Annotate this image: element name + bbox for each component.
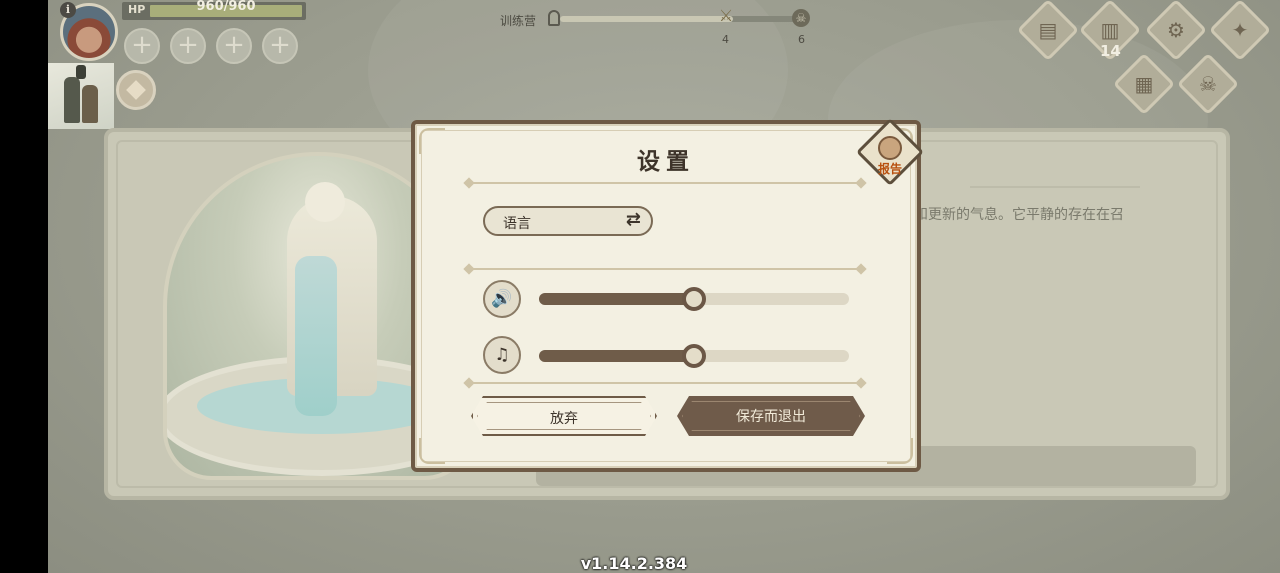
discard-button[interactable]: 放弃 (471, 396, 657, 436)
music-note-icon: ♫ (483, 336, 521, 374)
map-icon: ▦ (1134, 72, 1154, 96)
progress-fill (560, 16, 733, 22)
speaker-icon: 🔊 (483, 280, 521, 318)
corner-ornament (887, 438, 913, 464)
progress-label: 训练营 (500, 14, 537, 28)
music-volume-handle[interactable] (682, 344, 706, 368)
game-scene: i HP 960/960 + + + + 训练营 ⚔ ☠ 4 6 ▤ ▥ 14 … (48, 0, 1280, 573)
gear-icon: ⚙ (1167, 18, 1185, 42)
character-figure (64, 77, 80, 123)
crossed-swords-icon: ⚔ (718, 6, 734, 25)
lock-icon (548, 10, 560, 26)
sound-volume-handle[interactable] (682, 287, 706, 311)
language-label: 语言 (503, 216, 531, 232)
sound-volume-slider[interactable] (539, 287, 849, 311)
divider (469, 382, 861, 384)
compass-icon: ✦ (1231, 18, 1249, 42)
save-and-exit-button[interactable]: 保存而退出 (677, 396, 865, 436)
add-slot-button[interactable]: + (124, 28, 160, 64)
divider (469, 182, 861, 184)
character-figure (76, 65, 86, 79)
swap-icon: ⇄ (625, 209, 641, 230)
add-slot-button[interactable]: + (216, 28, 252, 64)
corner-ornament (419, 438, 445, 464)
report-label: 报告 (877, 162, 902, 176)
save-and-exit-label: 保存而退出 (736, 409, 806, 425)
progress-marker-number: 6 (798, 33, 805, 46)
divider (469, 268, 861, 270)
info-icon[interactable]: i (60, 2, 76, 18)
character-thumbnail[interactable] (48, 63, 114, 129)
cards-count-badge: 14 (1100, 42, 1121, 60)
music-volume-fill (539, 350, 694, 362)
info-divider (970, 186, 1140, 188)
hp-bar: HP 960/960 (122, 0, 306, 20)
hp-label: HP (128, 3, 146, 16)
statue-head (305, 182, 345, 222)
language-button[interactable]: 语言 ⇄ (483, 206, 653, 236)
discard-label: 放弃 (550, 411, 578, 427)
report-icon (878, 136, 902, 160)
skull-icon: ☠ (792, 9, 810, 27)
scroll-icon: ▤ (1038, 18, 1058, 42)
version-label: v1.14.2.384 (580, 554, 688, 573)
dialog-title: 设置 (637, 149, 695, 175)
character-figure (82, 85, 98, 123)
settings-dialog: 设置 报告 语言 ⇄ 🔊 ♫ 放弃 保存而退出 (411, 118, 924, 472)
fountain-icon[interactable] (116, 70, 156, 110)
progress-marker-number: 4 (722, 33, 729, 46)
sound-volume-fill (539, 293, 694, 305)
water-stream (295, 256, 337, 416)
skull-icon: ☠ (1199, 72, 1217, 96)
add-slot-button[interactable]: + (262, 28, 298, 64)
add-slot-button[interactable]: + (170, 28, 206, 64)
music-volume-slider[interactable] (539, 344, 849, 368)
hp-value: 960/960 (196, 0, 256, 14)
info-description: 和更新的气息。它平静的存在在召 (914, 207, 1124, 223)
